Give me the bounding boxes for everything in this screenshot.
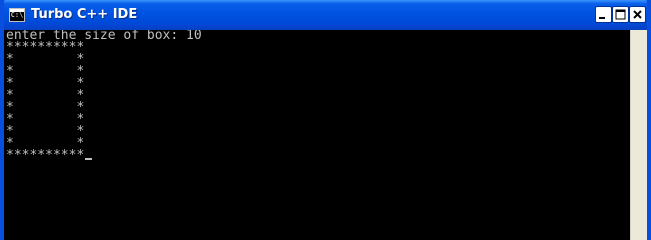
console-output[interactable]: enter the size of box: 10 ********** * *… [4,30,630,240]
output-line: * * [6,124,85,139]
maximize-button[interactable] [612,6,629,23]
title-bar[interactable]: C:\ Turbo C++ IDE [4,0,647,30]
close-button[interactable] [629,6,646,23]
output-line: ********** [6,40,85,55]
vertical-scrollbar[interactable] [630,30,647,240]
text-cursor [85,158,93,160]
output-line-text: ********** [6,148,85,163]
console-window: C:\ Turbo C++ IDE enter the size of box:… [0,0,651,240]
output-line: * * [4,137,630,150]
output-line: * * [6,112,85,127]
output-line: * * [6,76,85,91]
output-line: * * [6,88,85,103]
close-icon [633,10,642,19]
minimize-button[interactable] [595,6,612,23]
prompt-line: enter the size of box: 10 [6,30,202,43]
minimize-icon [599,17,605,19]
output-line: ********** [4,148,630,163]
window-title: Turbo C++ IDE [31,7,138,22]
maximize-icon [615,9,626,20]
console-icon[interactable]: C:\ [9,8,25,22]
output-line: * * [6,64,85,79]
output-line: * * [6,52,85,67]
output-line: * * [6,100,85,115]
